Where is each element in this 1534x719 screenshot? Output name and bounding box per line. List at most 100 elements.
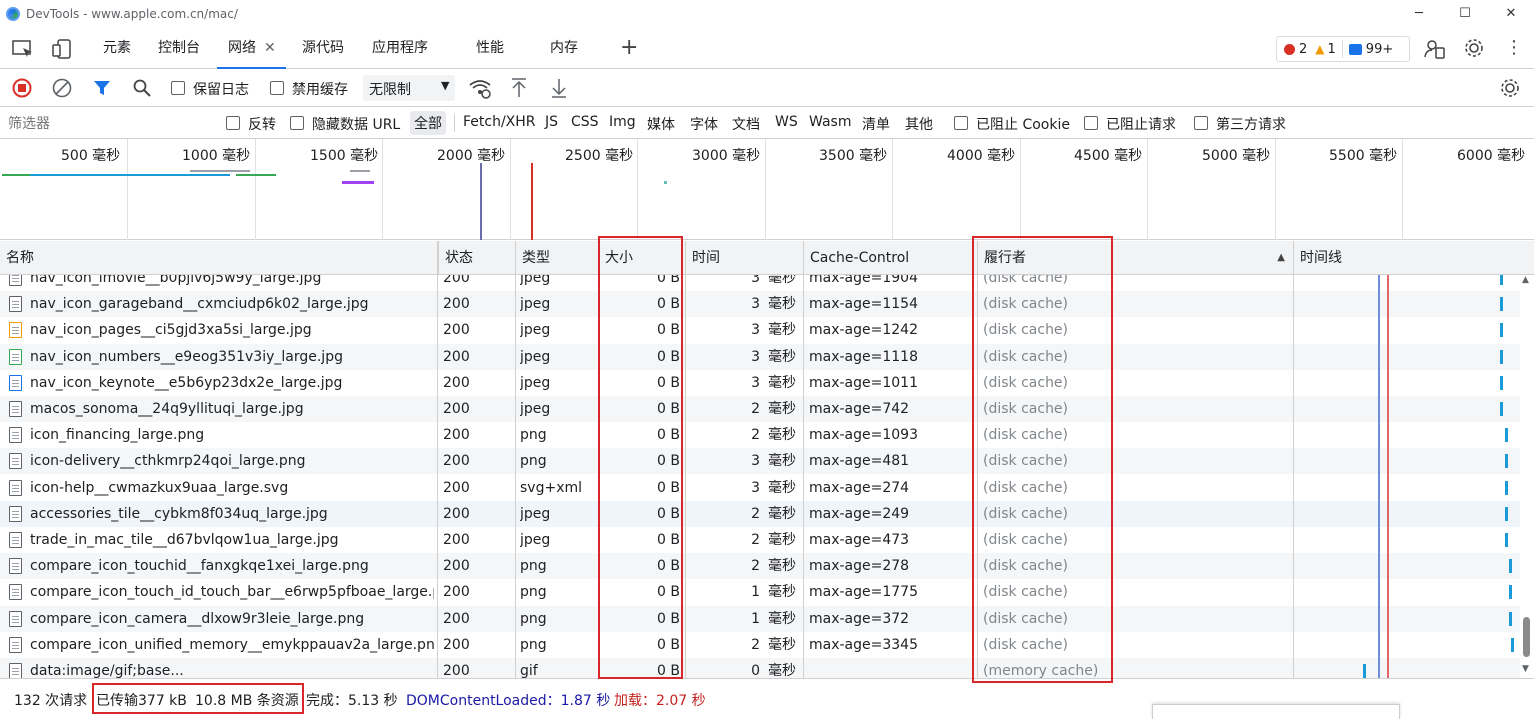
cell-initiator[interactable]: (disk cache) (983, 396, 1283, 422)
issues-badges[interactable]: 2 ▲ 1 99+ (1276, 36, 1410, 62)
column-type[interactable]: 类型 (515, 241, 598, 275)
cell-initiator[interactable]: (disk cache) (983, 291, 1283, 317)
filter-type-all[interactable]: 全部 (410, 111, 446, 135)
table-scrollbar[interactable]: ▲ ▼ (1520, 275, 1534, 678)
network-conditions-icon[interactable] (468, 77, 492, 99)
filter-type-wasm[interactable]: Wasm (809, 114, 851, 130)
table-row[interactable]: compare_icon_touch_id_touch_bar__e6rwp5p… (0, 579, 1520, 605)
cell-initiator[interactable]: (disk cache) (983, 275, 1283, 291)
filter-input[interactable] (0, 110, 212, 137)
table-row[interactable]: nav_icon_imovie__b0pjiv6j5w9y_large.jpg 2… (0, 275, 1520, 291)
cell-name[interactable]: nav_icon_keynote__e5b6yp23dx2e_large.jpg (30, 370, 434, 396)
cell-name[interactable]: nav_icon_imovie__b0pjiv6j5w9y_large.jpg (30, 275, 434, 291)
cell-initiator[interactable]: (disk cache) (983, 527, 1283, 553)
cell-name[interactable]: macos_sonoma__24q9yllituqi_large.jpg (30, 396, 434, 422)
cell-initiator[interactable]: (disk cache) (983, 501, 1283, 527)
cell-initiator[interactable]: (disk cache) (983, 606, 1283, 632)
cell-initiator[interactable]: (disk cache) (983, 344, 1283, 370)
column-status[interactable]: 状态 (438, 241, 515, 275)
cell-initiator[interactable]: (disk cache) (983, 475, 1283, 501)
preserve-log-checkbox[interactable] (171, 81, 185, 95)
column-cache-control[interactable]: Cache-Control (803, 241, 977, 275)
tab-elements[interactable]: 元素 (103, 27, 131, 69)
filter-type-js[interactable]: JS (545, 114, 558, 130)
table-row[interactable]: macos_sonoma__24q9yllituqi_large.jpg 200 j… (0, 396, 1520, 422)
table-row[interactable]: nav_icon_keynote__e5b6yp23dx2e_large.jpg… (0, 370, 1520, 396)
import-har-icon[interactable] (510, 77, 528, 99)
tab-sources[interactable]: 源代码 (302, 27, 344, 69)
throttling-select[interactable]: 无限制 ▼ (363, 75, 455, 101)
table-row[interactable]: nav_icon_garageband__cxmciudp6k02_large.… (0, 291, 1520, 318)
cell-name[interactable]: compare_icon_camera__dlxow9r3leie_large.… (30, 606, 434, 632)
filter-type-ws[interactable]: WS (775, 114, 798, 130)
stop-recording-icon[interactable] (12, 78, 32, 98)
minimize-button[interactable]: ─ (1396, 0, 1442, 27)
scroll-up-icon[interactable]: ▲ (1522, 275, 1529, 285)
table-row[interactable]: icon-delivery__cthkmrp24qoi_large.png 200… (0, 448, 1520, 475)
close-window-button[interactable]: ✕ (1488, 0, 1534, 27)
filter-type-css[interactable]: CSS (571, 114, 599, 130)
table-row[interactable]: accessories_tile__cybkm8f034uq_large.jpg… (0, 500, 1520, 527)
tab-memory[interactable]: 内存 (550, 27, 578, 69)
table-row[interactable]: compare_icon_unified_memory__emykppauav2… (0, 632, 1520, 658)
table-row[interactable]: data:image/gif;base... 200 gif (memory cach… (0, 658, 1520, 678)
disable-cache-checkbox[interactable] (270, 81, 284, 95)
filter-type-manifest[interactable]: 清单 (862, 114, 890, 134)
cell-initiator[interactable]: (disk cache) (983, 370, 1283, 396)
network-settings-icon[interactable] (1499, 77, 1521, 99)
column-initiator[interactable]: 履行者 ▲ (977, 241, 1293, 275)
cell-name[interactable]: icon_financing_large.png (30, 422, 434, 448)
cell-name[interactable]: compare_icon_touch_id_touch_bar__e6rwp5p… (30, 579, 434, 605)
tab-console[interactable]: 控制台 (158, 27, 200, 69)
maximize-button[interactable]: ☐ (1442, 0, 1488, 27)
scrollbar-thumb[interactable] (1523, 617, 1530, 657)
table-row[interactable]: icon-help__cwmazkux9uaa_large.svg 200 svg+… (0, 475, 1520, 501)
cell-name[interactable]: icon-help__cwmazkux9uaa_large.svg (30, 475, 434, 501)
hide-data-urls-checkbox[interactable] (290, 116, 304, 130)
inspect-element-icon[interactable] (12, 39, 34, 59)
cell-name[interactable]: compare_icon_touchid__fanxgkqe1xei_large… (30, 553, 434, 579)
settings-gear-icon[interactable] (1463, 37, 1485, 59)
cell-initiator[interactable]: (disk cache) (983, 553, 1283, 579)
blocked-cookies-checkbox[interactable] (954, 116, 968, 130)
column-name[interactable]: 名称 (0, 241, 438, 275)
filter-type-font[interactable]: 字体 (690, 114, 718, 134)
table-row[interactable]: nav_icon_numbers__e9eog351v3iy_large.jpg… (0, 343, 1520, 370)
remote-devices-icon[interactable] (1424, 38, 1446, 60)
clear-icon[interactable] (52, 78, 72, 98)
column-time[interactable]: 时间 (685, 241, 803, 275)
tab-application[interactable]: 应用程序 (372, 27, 428, 69)
tab-network[interactable]: 网络 ✕ (217, 27, 286, 69)
table-row[interactable]: compare_icon_camera__dlxow9r3leie_large.… (0, 605, 1520, 632)
table-row[interactable]: nav_icon_pages__ci5gjd3xa5si_large.jpg 20… (0, 317, 1520, 343)
filter-type-fetch[interactable]: Fetch/XHR (463, 114, 536, 130)
search-icon[interactable] (132, 78, 152, 98)
filter-type-doc[interactable]: 文档 (732, 114, 760, 134)
filter-type-img[interactable]: Img (609, 114, 636, 130)
cell-name[interactable]: icon-delivery__cthkmrp24qoi_large.png (30, 448, 434, 474)
table-row[interactable]: trade_in_mac_tile__d67bvlqow1ua_large.jp… (0, 527, 1520, 553)
add-tab-button[interactable]: + (620, 27, 638, 69)
table-row[interactable]: icon_financing_large.png 200 png max-age=10… (0, 422, 1520, 448)
cell-name[interactable]: data:image/gif;base... (30, 658, 434, 678)
cell-name[interactable]: compare_icon_unified_memory__emykppauav2… (30, 632, 434, 658)
cell-initiator[interactable]: (disk cache) (983, 448, 1283, 474)
scroll-down-icon[interactable]: ▼ (1522, 664, 1529, 674)
filter-type-other[interactable]: 其他 (905, 114, 933, 134)
close-tab-icon[interactable]: ✕ (264, 40, 276, 56)
third-party-checkbox[interactable] (1194, 116, 1208, 130)
cell-name[interactable]: nav_icon_numbers__e9eog351v3iy_large.jpg (30, 344, 434, 370)
cell-initiator[interactable]: (disk cache) (983, 317, 1283, 343)
cell-initiator[interactable]: (disk cache) (983, 632, 1283, 658)
device-toolbar-icon[interactable] (52, 39, 74, 59)
filter-type-media[interactable]: 媒体 (647, 114, 675, 134)
invert-checkbox[interactable] (226, 116, 240, 130)
table-row[interactable]: compare_icon_touchid__fanxgkqe1xei_large… (0, 553, 1520, 580)
more-options-icon[interactable]: ⋮ (1505, 38, 1523, 58)
cell-initiator[interactable]: (disk cache) (983, 579, 1283, 605)
cell-initiator[interactable]: (disk cache) (983, 422, 1283, 448)
blocked-requests-checkbox[interactable] (1084, 116, 1098, 130)
cell-name[interactable]: nav_icon_garageband__cxmciudp6k02_large.… (30, 291, 434, 317)
export-har-icon[interactable] (550, 77, 568, 99)
cell-name[interactable]: trade_in_mac_tile__d67bvlqow1ua_large.jp… (30, 527, 434, 553)
